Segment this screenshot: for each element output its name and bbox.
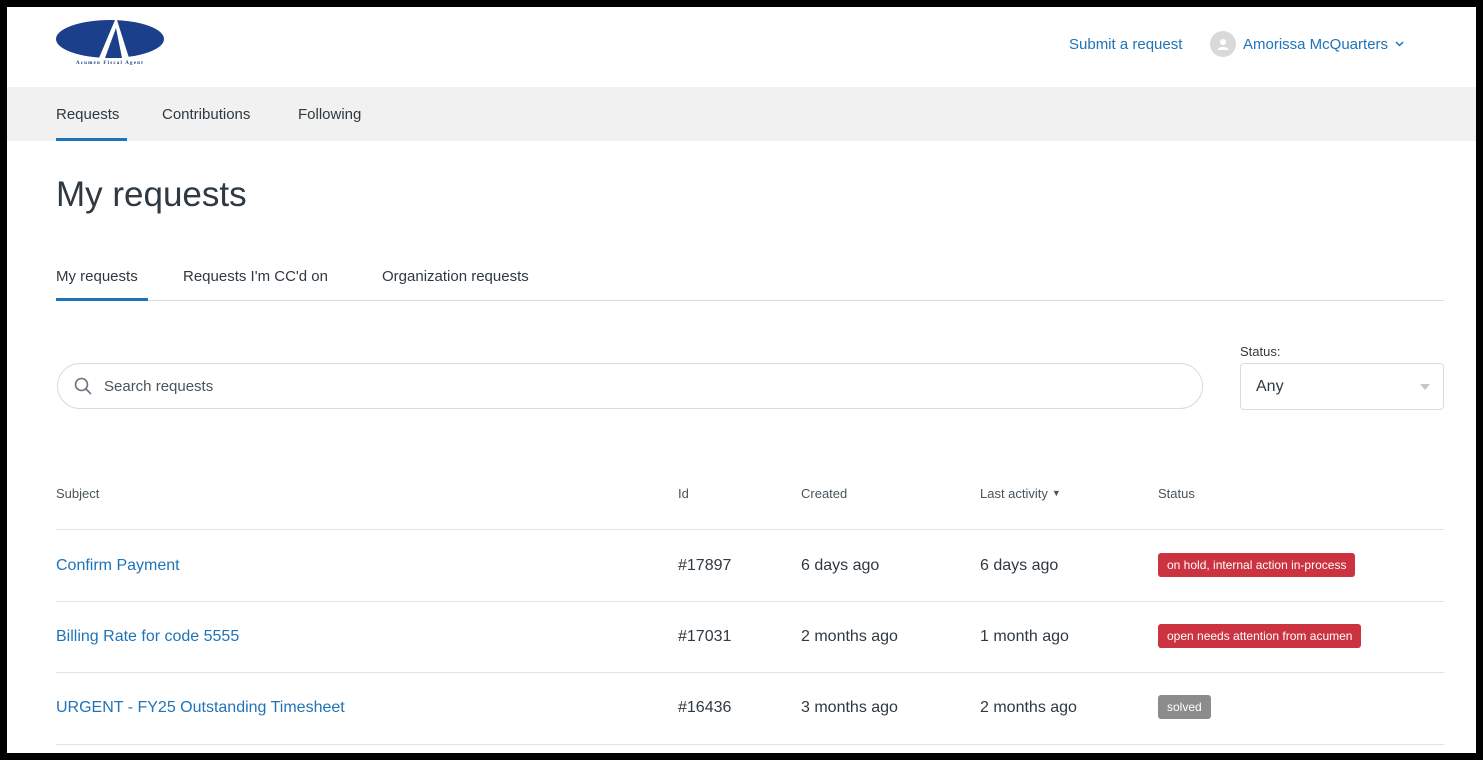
- search-box[interactable]: [57, 363, 1203, 409]
- status-filter-select[interactable]: Any: [1240, 363, 1444, 410]
- nav-requests[interactable]: Requests: [56, 106, 119, 123]
- status-filter-value: Any: [1256, 377, 1284, 395]
- tab-my-requests[interactable]: My requests: [56, 268, 138, 285]
- status-badge: on hold, internal action in-process: [1158, 553, 1356, 577]
- column-header-last-activity-label: Last activity: [980, 486, 1048, 501]
- logo-mark-icon: [56, 20, 164, 58]
- request-last-activity: 2 months ago: [980, 699, 1077, 716]
- column-header-last-activity[interactable]: Last activity ▼: [980, 486, 1061, 501]
- acumen-logo[interactable]: Acumen Fiscal Agent: [55, 18, 165, 68]
- nav-active-indicator: [56, 138, 127, 141]
- page-frame: Acumen Fiscal Agent Submit a request Amo…: [7, 7, 1476, 753]
- table-row-divider: [56, 744, 1444, 745]
- table-divider: [56, 529, 1444, 530]
- request-id: #17031: [678, 628, 732, 645]
- request-created: 6 days ago: [801, 557, 880, 574]
- column-header-id[interactable]: Id: [678, 486, 689, 501]
- tab-cc-requests[interactable]: Requests I'm CC'd on: [183, 268, 328, 285]
- request-last-activity: 1 month ago: [980, 628, 1069, 645]
- nav-contributions[interactable]: Contributions: [162, 106, 250, 123]
- avatar: [1210, 31, 1236, 57]
- profile-nav: Requests Contributions Following: [7, 87, 1476, 141]
- status-badge: solved: [1158, 695, 1211, 719]
- status-filter-label: Status:: [1240, 344, 1281, 359]
- request-last-activity: 6 days ago: [980, 557, 1059, 574]
- table-row-divider: [56, 672, 1444, 673]
- search-icon: [74, 377, 92, 395]
- table-row-divider: [56, 601, 1444, 602]
- user-name: Amorissa McQuarters: [1243, 35, 1389, 53]
- sort-arrow-icon: ▼: [1051, 488, 1061, 498]
- request-subject-link[interactable]: URGENT - FY25 Outstanding Timesheet: [56, 699, 345, 717]
- request-id: #17897: [678, 557, 732, 574]
- column-header-subject[interactable]: Subject: [56, 486, 99, 501]
- tab-active-indicator: [56, 298, 148, 301]
- user-menu[interactable]: Amorissa McQuarters: [1210, 31, 1404, 57]
- request-subject-link[interactable]: Confirm Payment: [56, 557, 180, 575]
- column-header-status[interactable]: Status: [1158, 486, 1195, 501]
- page-title: My requests: [56, 175, 247, 214]
- chevron-down-icon: [1395, 39, 1404, 49]
- column-header-created[interactable]: Created: [801, 486, 847, 501]
- submit-request-link[interactable]: Submit a request: [1069, 36, 1182, 53]
- search-input[interactable]: [102, 376, 1106, 396]
- caret-down-icon: [1420, 384, 1430, 390]
- status-badge: open needs attention from acumen: [1158, 624, 1362, 648]
- tab-organization-requests[interactable]: Organization requests: [382, 268, 529, 285]
- header: Acumen Fiscal Agent Submit a request Amo…: [7, 7, 1476, 87]
- request-created: 3 months ago: [801, 699, 898, 716]
- tabs-divider: [56, 300, 1444, 301]
- nav-following[interactable]: Following: [298, 106, 361, 123]
- request-id: #16436: [678, 699, 732, 716]
- request-subject-link[interactable]: Billing Rate for code 5555: [56, 628, 239, 646]
- request-created: 2 months ago: [801, 628, 898, 645]
- user-icon: [1217, 39, 1229, 50]
- logo-text: Acumen Fiscal Agent: [75, 61, 145, 66]
